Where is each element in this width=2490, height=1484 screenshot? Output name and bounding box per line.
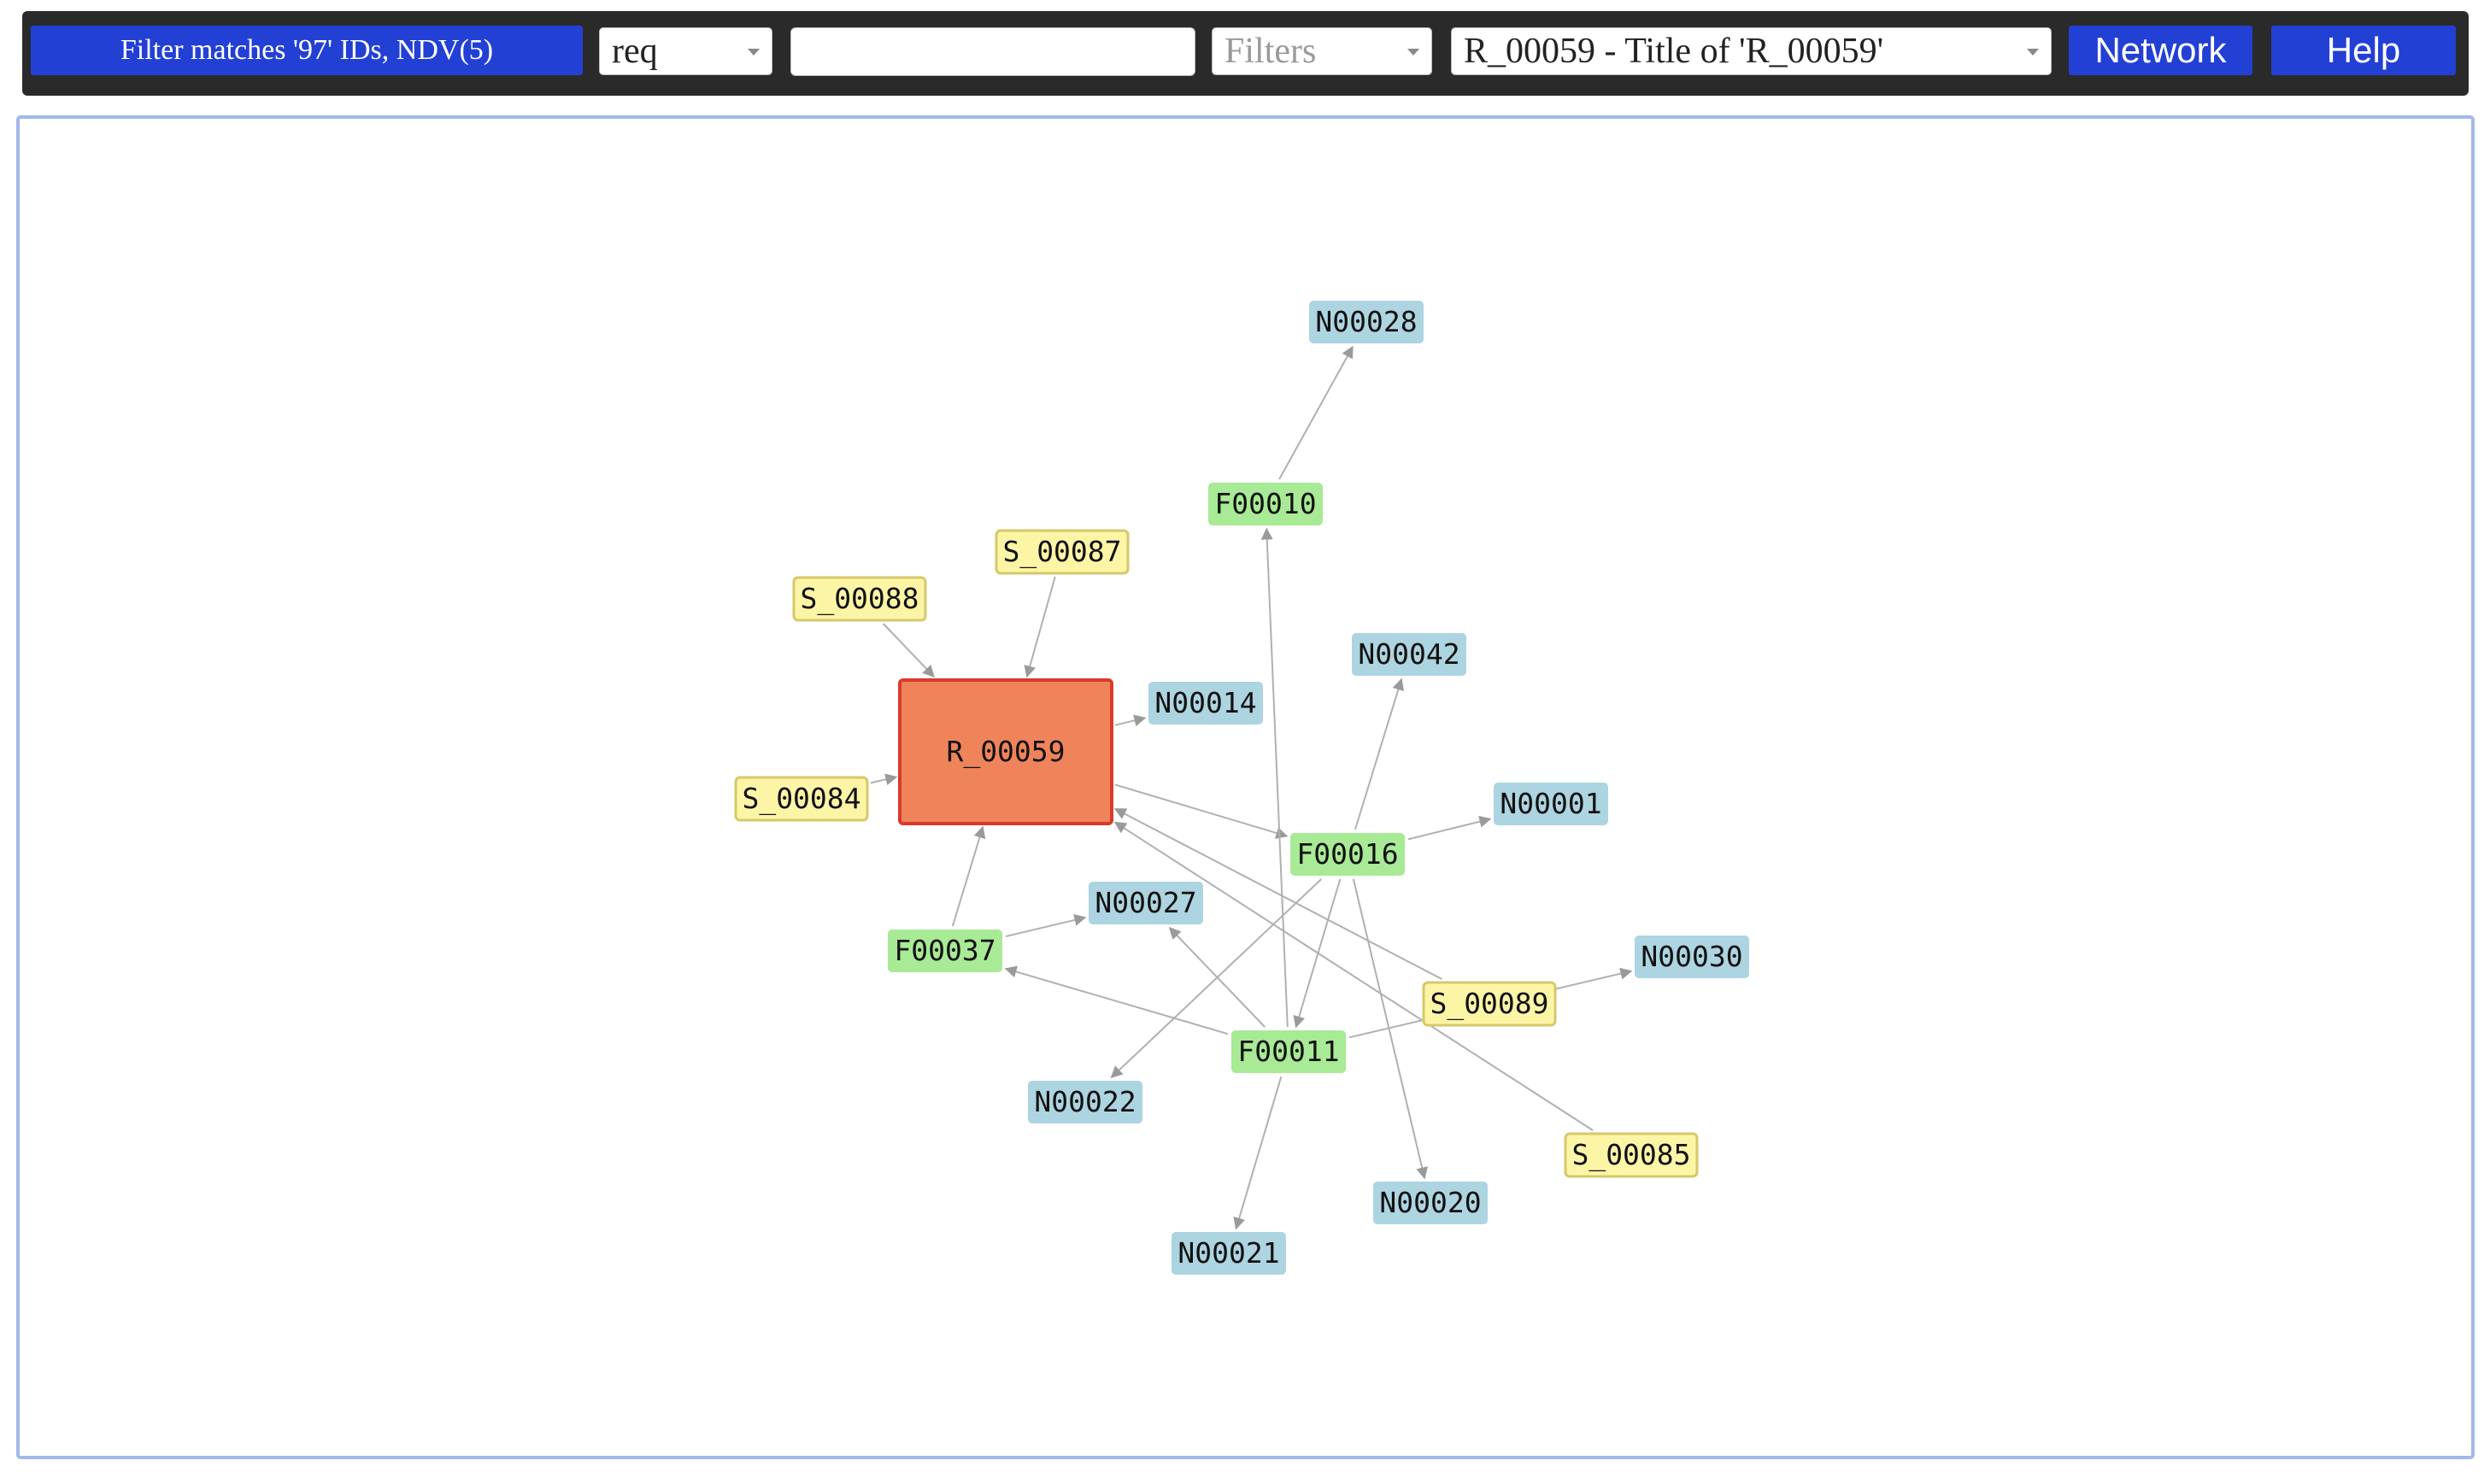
edge-s_00084-to-r_00059 — [870, 773, 898, 786]
graph-node-n00028[interactable]: N00028 — [1309, 301, 1424, 343]
graph-node-n00027[interactable]: N00027 — [1089, 882, 1203, 924]
graph-node-f00010[interactable]: F00010 — [1208, 483, 1323, 525]
node-label: N00022 — [1034, 1085, 1136, 1118]
edge-f00011-to-f00010 — [1260, 527, 1289, 1028]
node-label: N00001 — [1500, 787, 1601, 820]
node-label: N00042 — [1358, 637, 1459, 671]
edge-f00010-to-n00028 — [1278, 345, 1354, 480]
graph-node-s_00089[interactable]: S_00089 — [1422, 981, 1557, 1027]
graph-node-n00020[interactable]: N00020 — [1373, 1182, 1488, 1224]
node-label: N00028 — [1315, 305, 1417, 338]
node-label: S_00089 — [1430, 987, 1548, 1021]
graph-node-n00021[interactable]: N00021 — [1172, 1232, 1286, 1275]
graph-node-n00030[interactable]: N00030 — [1635, 936, 1749, 978]
graph-node-f00016[interactable]: F00016 — [1290, 833, 1405, 876]
edge-s_00088-to-r_00059 — [882, 623, 935, 678]
node-label: F00010 — [1214, 487, 1316, 520]
graph-node-f00011[interactable]: F00011 — [1231, 1030, 1346, 1073]
graph-node-n00001[interactable]: N00001 — [1494, 783, 1608, 825]
nodes-layer: R_00059 S_00088 S_00087 S_00084 S_00089 S_000… — [734, 301, 1749, 1275]
node-label: F00037 — [894, 934, 995, 967]
node-label: N00027 — [1095, 886, 1196, 919]
edge-f00016-to-n00001 — [1407, 815, 1492, 841]
edge-r_00059-to-n00014 — [1114, 714, 1147, 727]
node-label: N00021 — [1177, 1236, 1279, 1270]
node-label: S_00087 — [1002, 535, 1121, 569]
edge-f00037-to-n00027 — [1005, 914, 1087, 938]
node-label: N00020 — [1379, 1186, 1481, 1219]
edge-s_00087-to-r_00059 — [1024, 576, 1056, 678]
node-label: F00011 — [1237, 1035, 1339, 1068]
edge-f00016-to-f00011 — [1293, 878, 1342, 1029]
graph-node-s_00088[interactable]: S_00088 — [792, 576, 927, 622]
node-label: N00030 — [1641, 940, 1742, 973]
node-label: F00016 — [1296, 837, 1398, 871]
node-label: S_00085 — [1571, 1138, 1690, 1172]
edge-f00016-to-n00042 — [1354, 677, 1405, 830]
edge-r_00059-to-f00016 — [1114, 783, 1289, 839]
node-label: R_00059 — [946, 735, 1065, 769]
node-label: S_00084 — [742, 782, 860, 816]
node-label: N00014 — [1154, 686, 1256, 719]
edge-f00037-to-r_00059 — [951, 825, 986, 927]
network-graph[interactable]: R_00059 S_00088 S_00087 S_00084 S_00089 S_000… — [0, 0, 2490, 1484]
graph-node-s_00085[interactable]: S_00085 — [1564, 1132, 1699, 1178]
graph-node-s_00084[interactable]: S_00084 — [734, 776, 869, 822]
node-label: S_00088 — [800, 582, 919, 616]
edge-f00011-to-f00037 — [1004, 965, 1229, 1035]
edge-f00011-to-n00027 — [1168, 926, 1266, 1028]
edge-f00011-to-n00021 — [1233, 1076, 1283, 1230]
graph-node-n00042[interactable]: N00042 — [1352, 633, 1466, 676]
graph-node-n00022[interactable]: N00022 — [1028, 1081, 1142, 1123]
graph-node-f00037[interactable]: F00037 — [888, 930, 1002, 972]
graph-node-s_00087[interactable]: S_00087 — [995, 529, 1130, 575]
graph-node-r_00059[interactable]: R_00059 — [898, 678, 1113, 825]
graph-node-n00014[interactable]: N00014 — [1148, 682, 1263, 724]
